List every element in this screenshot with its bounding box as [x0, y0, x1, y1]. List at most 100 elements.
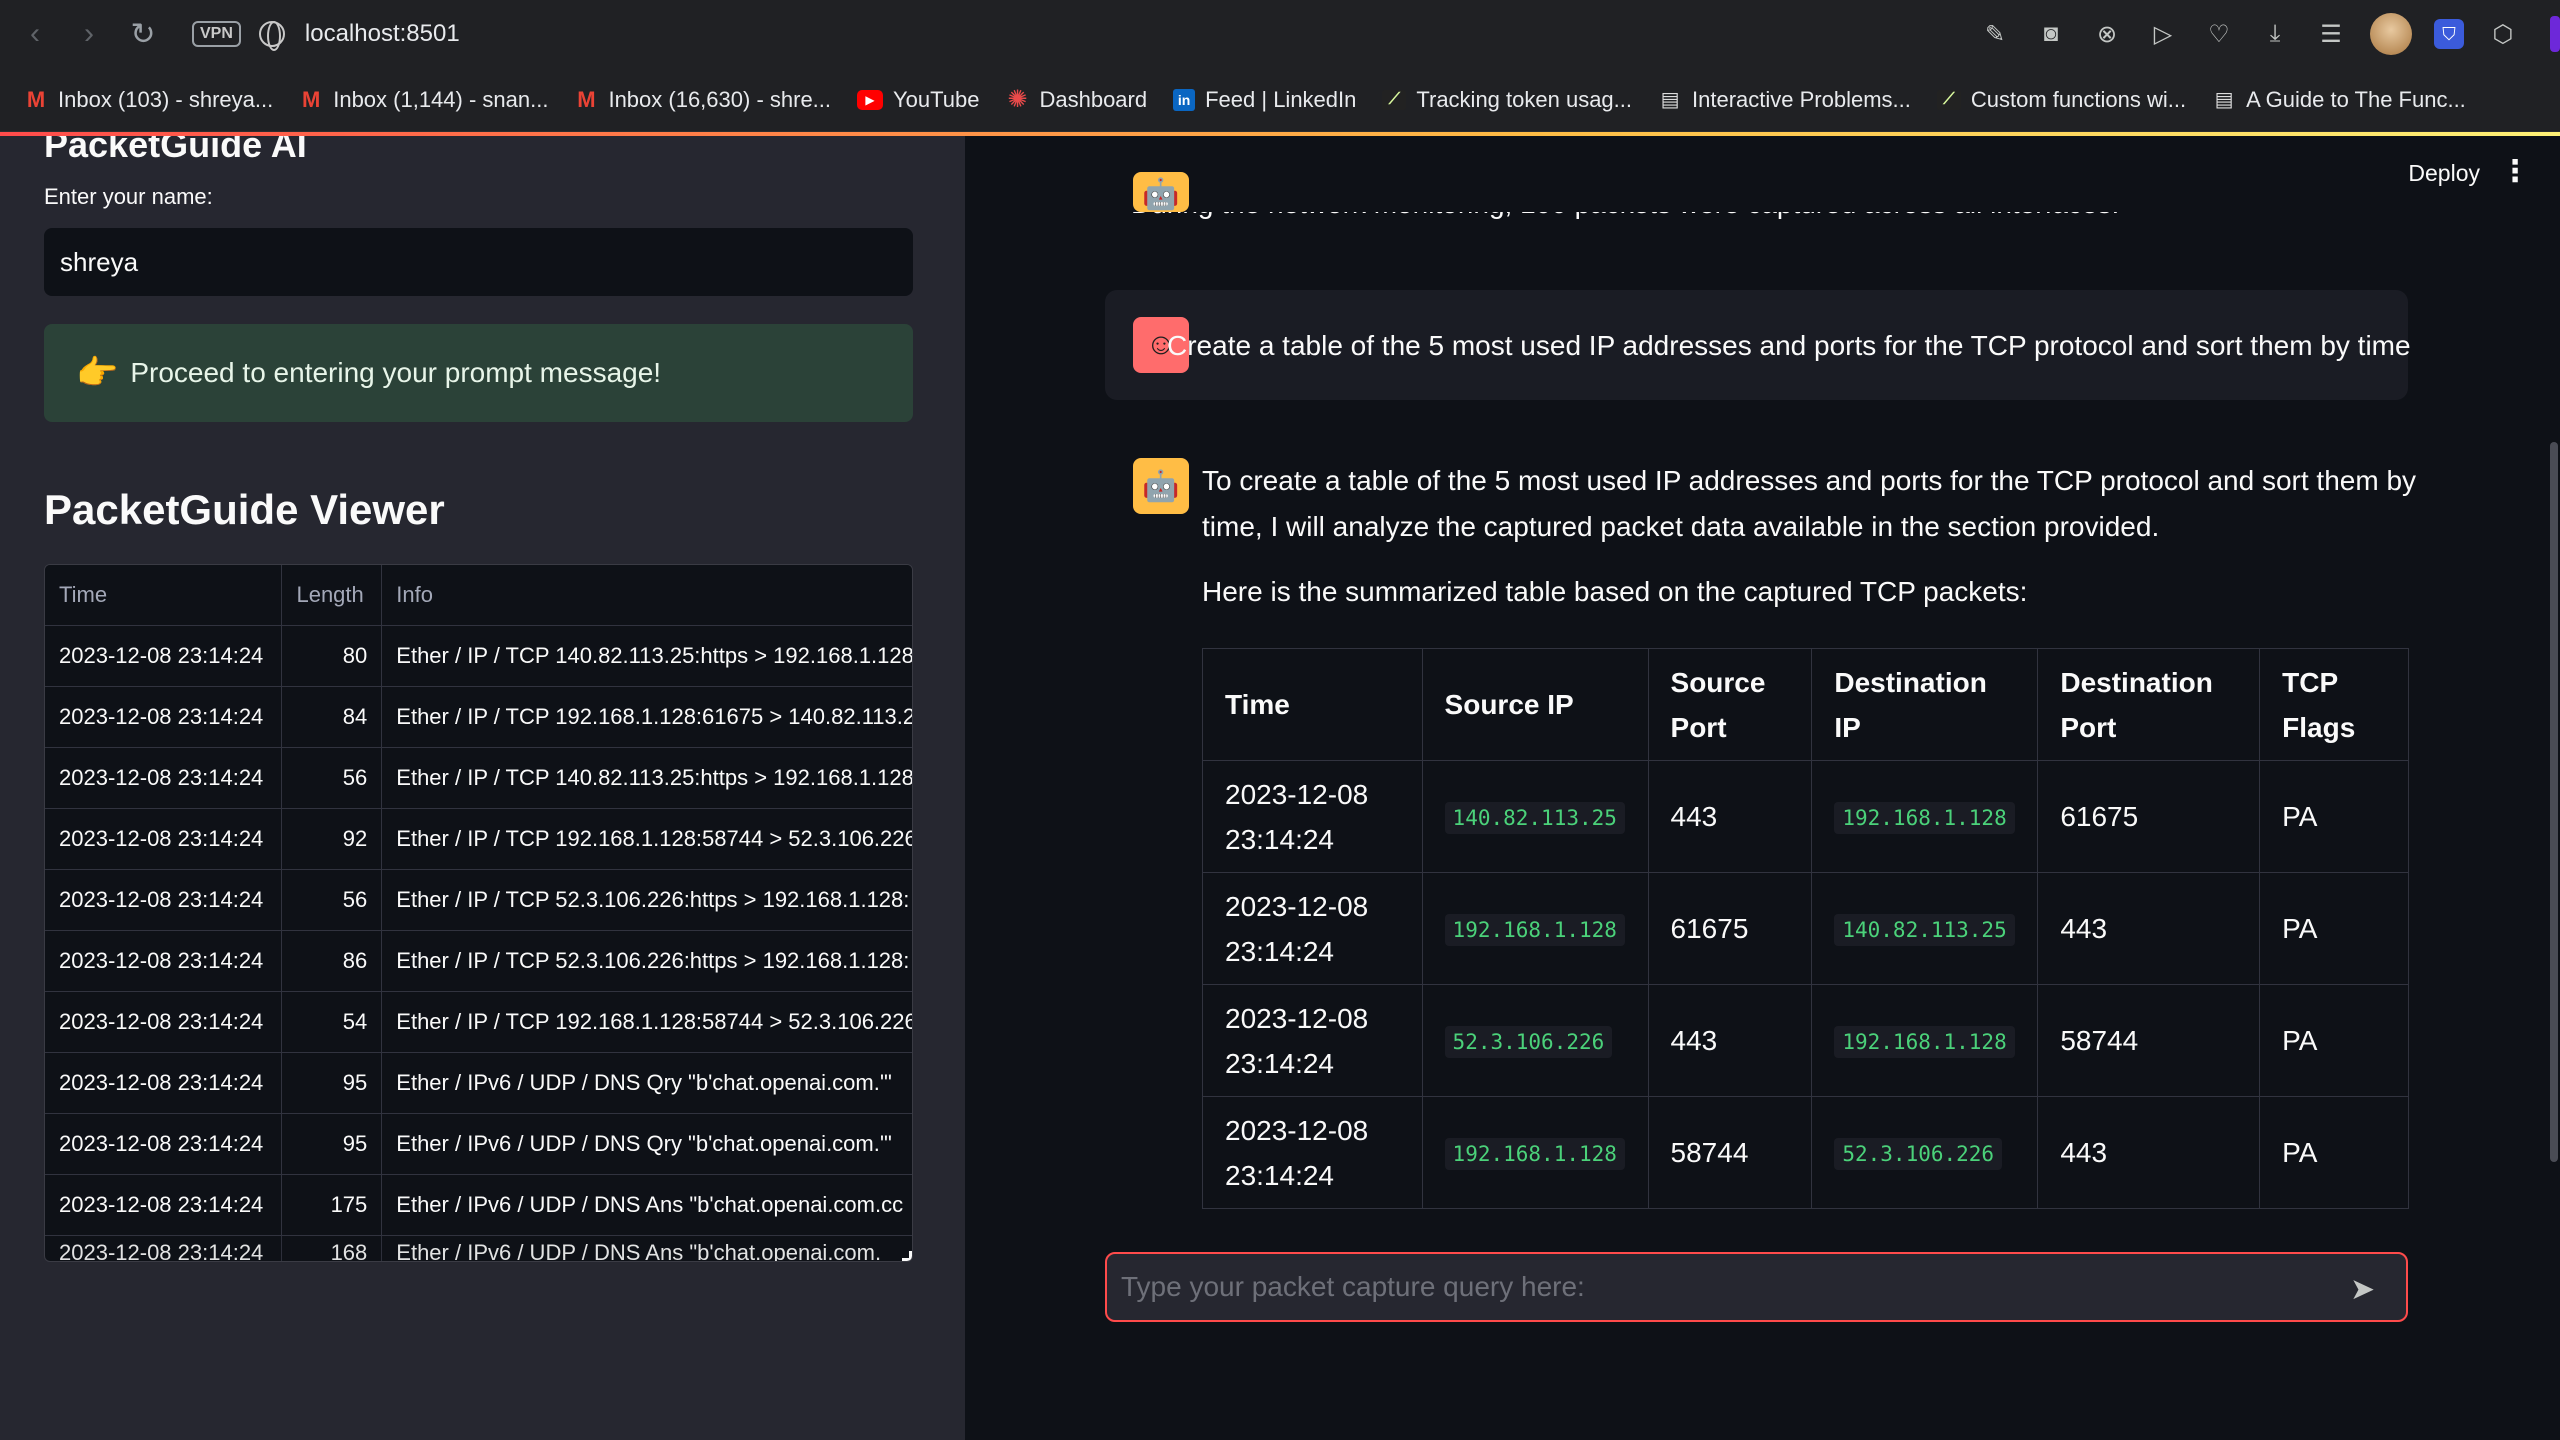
- cell-length: 56: [282, 870, 383, 930]
- linkedin-icon: in: [1173, 88, 1196, 111]
- table-cell: 58744: [1647, 1096, 1813, 1209]
- table-header-row: Time Source IP Source Port Destination I…: [1202, 648, 2409, 761]
- main-content: Deploy ⋮ 🤖 During the network monitoring…: [965, 136, 2560, 1440]
- cell-time: 2023-12-08 23:14:24: [45, 1053, 283, 1113]
- bookmark-item[interactable]: ▤ A Guide to The Func...: [2212, 87, 2466, 113]
- reload-icon[interactable]: ↻: [116, 7, 170, 61]
- table-cell: 140.82.113.25: [1421, 760, 1649, 873]
- play-icon[interactable]: ▷: [2146, 17, 2180, 51]
- cell-length: 56: [282, 748, 383, 808]
- table-row[interactable]: 2023-12-08 23:14:24 86 Ether / IP / TCP 52…: [45, 931, 912, 992]
- cell-length: 168: [282, 1236, 383, 1261]
- site-info-icon[interactable]: [258, 21, 285, 51]
- bookmark-item[interactable]: ▶ YouTube: [857, 87, 979, 113]
- success-alert: 👉 Proceed to entering your prompt messag…: [44, 324, 913, 422]
- table-row[interactable]: 2023-12-08 23:14:24 95 Ether / IPv6 / UDP …: [45, 1114, 912, 1175]
- resize-handle-icon[interactable]: [902, 1251, 912, 1261]
- scrollbar[interactable]: [2550, 442, 2558, 1162]
- table-row[interactable]: 2023-12-08 23:14:24 56 Ether / IP / TCP 14…: [45, 748, 912, 809]
- edit-icon[interactable]: ✎: [1978, 17, 2012, 51]
- table-row[interactable]: 2023-12-08 23:14:24 56 Ether / IP / TCP 52…: [45, 870, 912, 931]
- document-icon: ▤: [2214, 89, 2234, 111]
- gmail-icon: M: [577, 86, 596, 112]
- streamlit-icon: ⟋: [1936, 89, 1961, 110]
- cell-info: Ether / IP / TCP 192.168.1.128:61675 > 1…: [396, 704, 912, 729]
- toolbar-actions: ✎ ◙ ⊗ ▷ ♡ ⤓ ☰ ⛉ ⬡: [1978, 0, 2520, 68]
- app-title: PacketGuide AI: [44, 136, 307, 165]
- camera-icon[interactable]: ◙: [2034, 17, 2068, 51]
- alert-text: Proceed to entering your prompt message!: [130, 357, 662, 388]
- address-bar[interactable]: localhost:8501: [305, 20, 460, 48]
- bookmark-item[interactable]: M Inbox (103) - shreya...: [24, 87, 273, 113]
- vpn-badge[interactable]: VPN: [192, 21, 241, 47]
- table-cell: 140.82.113.25: [1811, 872, 2039, 985]
- cell-length: 84: [282, 687, 383, 747]
- extension-shield-icon[interactable]: ⛉: [2434, 19, 2464, 49]
- block-icon[interactable]: ⊗: [2090, 17, 2124, 51]
- bookmark-item[interactable]: ⟋ Custom functions wi...: [1936, 87, 2186, 113]
- table-row[interactable]: 2023-12-08 23:14:24 54 Ether / IP / TCP 19…: [45, 992, 912, 1053]
- table-cell: 443: [1647, 984, 1813, 1097]
- table-cell: 192.168.1.128: [1811, 984, 2039, 1097]
- profile-avatar[interactable]: [2370, 13, 2412, 55]
- assistant-message-previous: During the network monitoring, 100 packe…: [1131, 188, 2120, 219]
- forward-icon[interactable]: ›: [62, 7, 116, 61]
- user-message-text: Create a table of the 5 most used IP add…: [1167, 330, 2411, 361]
- main-menu-icon[interactable]: ⋮: [2500, 154, 2530, 189]
- table-header: Destination IP: [1811, 648, 2039, 761]
- download-icon[interactable]: ⤓: [2258, 17, 2292, 51]
- ip-code: 192.168.1.128: [1834, 801, 2015, 834]
- table-row[interactable]: 2023-12-08 23:14:24 84 Ether / IP / TCP 19…: [45, 687, 912, 748]
- document-icon: ▤: [1660, 89, 1680, 111]
- bookmark-item[interactable]: M Inbox (16,630) - shre...: [574, 87, 831, 113]
- name-input[interactable]: shreya: [44, 228, 913, 296]
- cell-length: 80: [282, 626, 383, 686]
- assistant-message-text: To create a table of the 5 most used IP …: [1202, 465, 2417, 542]
- cell-time: 2023-12-08 23:14:24: [45, 809, 283, 869]
- bookmark-item[interactable]: ✺ Dashboard: [1005, 86, 1147, 113]
- table-row[interactable]: 2023-12-08 23:14:24 95 Ether / IPv6 / UDP …: [45, 1053, 912, 1114]
- menu-lines-icon[interactable]: ☰: [2314, 17, 2348, 51]
- cell-time: 2023-12-08 23:14:24: [45, 687, 283, 747]
- cube-icon[interactable]: ⬡: [2486, 17, 2520, 51]
- table-cell: PA: [2259, 872, 2409, 985]
- cell-info: Ether / IPv6 / UDP / DNS Ans "b'chat.ope…: [396, 1192, 904, 1217]
- table-row[interactable]: 2023-12-08 23:14:24 168 Ether / IPv6 / UDP…: [45, 1236, 912, 1261]
- cell-time: 2023-12-08 23:14:24: [45, 626, 283, 686]
- packet-dataframe[interactable]: Time Length Info 2023-12-08 23:14:24 80 Et…: [44, 564, 913, 1262]
- table-row[interactable]: 2023-12-08 23:14:24 175 Ether / IPv6 / UDP…: [45, 1175, 912, 1236]
- cell-info: Ether / IPv6 / UDP / DNS Qry "b'chat.ope…: [396, 1131, 892, 1156]
- table-cell: 192.168.1.128: [1421, 872, 1649, 985]
- table-header: Source IP: [1421, 648, 1649, 761]
- table-row[interactable]: 2023-12-08 23:14:24 92 Ether / IP / TCP 19…: [45, 809, 912, 870]
- streamlit-icon: ⟋: [1382, 89, 1407, 110]
- bookmark-item[interactable]: M Inbox (1,144) - snan...: [299, 87, 548, 113]
- table-row[interactable]: 2023-12-08 23:14:24 80 Ether / IP / TCP 14…: [45, 626, 912, 687]
- dataframe-body: 2023-12-08 23:14:24 80 Ether / IP / TCP 14…: [45, 626, 912, 1261]
- back-icon[interactable]: ‹: [8, 7, 62, 61]
- table-cell: 52.3.106.226: [1421, 984, 1649, 1097]
- cell-length: 95: [282, 1053, 383, 1113]
- gmail-icon: M: [302, 86, 321, 112]
- assistant-avatar-icon: 🤖: [1133, 458, 1189, 514]
- cell-info: Ether / IP / TCP 52.3.106.226:https > 19…: [396, 887, 910, 912]
- deploy-button[interactable]: Deploy: [2408, 160, 2480, 187]
- ip-code: 140.82.113.25: [1444, 801, 1625, 834]
- ip-code: 52.3.106.226: [1834, 1137, 2003, 1170]
- bookmark-item[interactable]: ▤ Interactive Problems...: [1658, 87, 1911, 113]
- table-row: 2023-12-08 23:14:24 192.168.1.128 58744 52.…: [1202, 1096, 2409, 1209]
- cell-time: 2023-12-08 23:14:24: [45, 992, 283, 1052]
- bookmark-item[interactable]: in Feed | LinkedIn: [1173, 87, 1356, 113]
- sidebar-toggle[interactable]: [2550, 16, 2560, 52]
- send-icon[interactable]: ➤: [2350, 1272, 2384, 1306]
- chat-input[interactable]: Type your packet capture query here: ➤: [1105, 1252, 2408, 1322]
- table-header: TCP Flags: [2259, 648, 2409, 761]
- column-header-length[interactable]: Length: [282, 565, 383, 625]
- bookmark-item[interactable]: ⟋ Tracking token usag...: [1382, 87, 1632, 113]
- column-header-time[interactable]: Time: [45, 565, 283, 625]
- heart-icon[interactable]: ♡: [2202, 17, 2236, 51]
- cell-time: 2023-12-08 23:14:24: [45, 1236, 283, 1261]
- ip-code: 140.82.113.25: [1834, 913, 2015, 946]
- column-header-info[interactable]: Info: [382, 565, 912, 625]
- table-header: Source Port: [1647, 648, 1813, 761]
